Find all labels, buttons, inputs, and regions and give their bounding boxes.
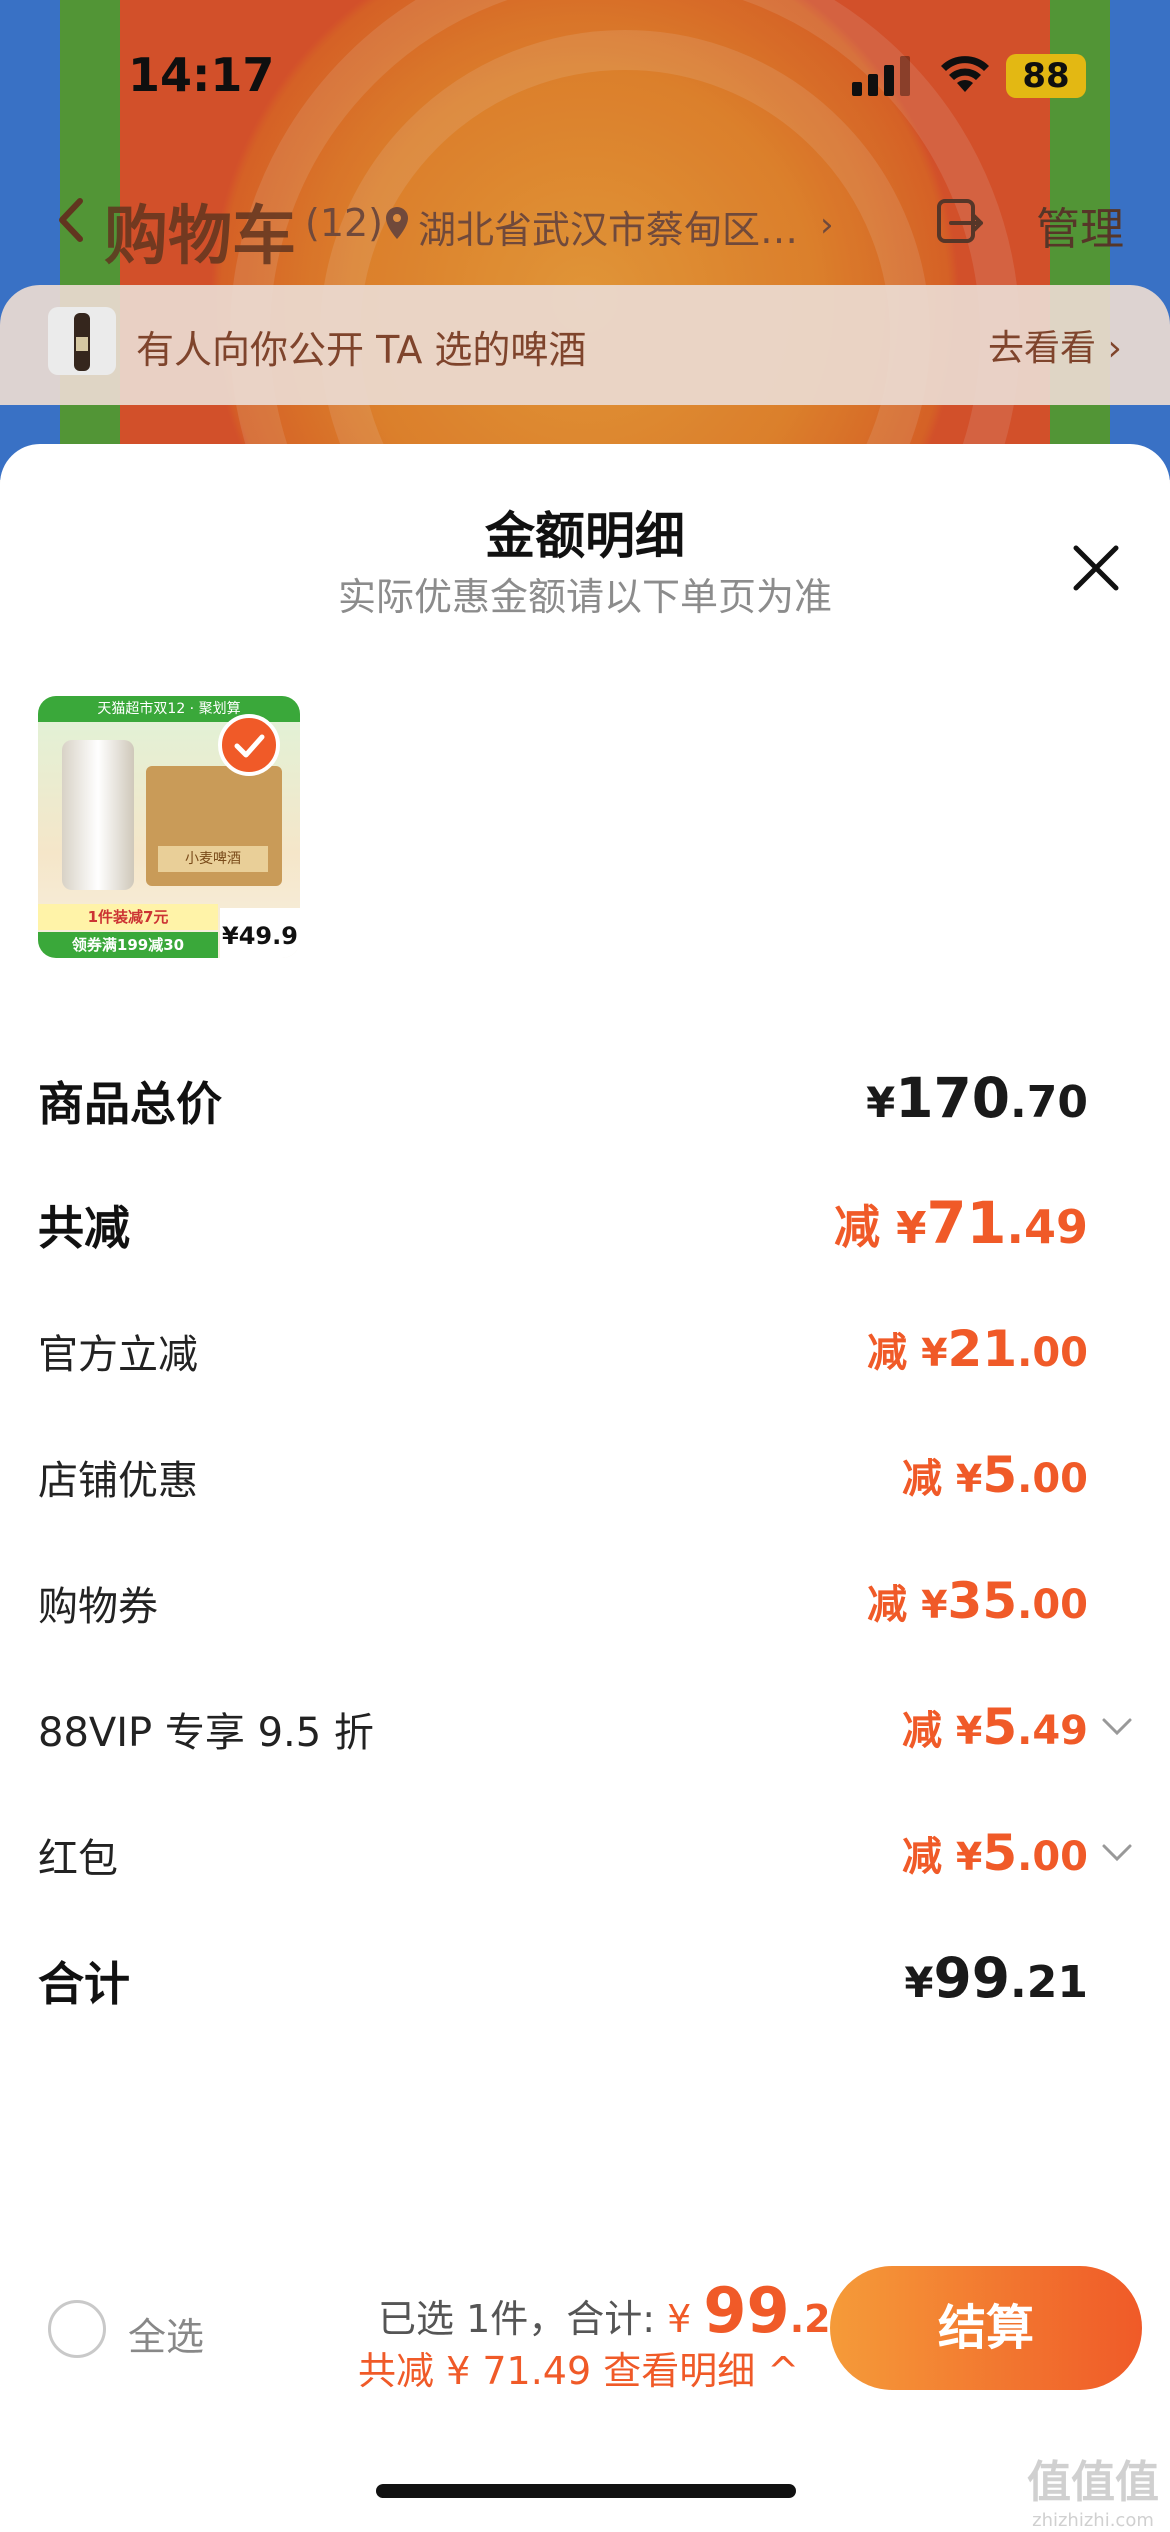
checkout-bar: 全选 已选 1件，合计: ¥ 99.21 共减 ¥ 71.49 查看明细 ^ 结… [0, 2240, 1170, 2440]
row-value: ¥170.70 [866, 1066, 1088, 1130]
amount-detail-sheet: 金额明细 实际优惠金额请以下单页为准 天猫超市双12 · 聚划算 小麦啤酒 1件… [0, 444, 1170, 2532]
row-label: 店铺优惠 [38, 1458, 198, 1504]
view-detail-link[interactable]: 共减 ¥ 71.49 查看明细 ^ [358, 2340, 799, 2395]
watermark: 值值值 zhizhizhi.com [1027, 2457, 1159, 2531]
row-label: 88VIP 专享 9.5 折 [38, 1710, 374, 1756]
row-value: 减 ¥35.00 [867, 1572, 1088, 1630]
chevron-down-icon[interactable] [1100, 1836, 1134, 1870]
row-grand-total: 合计 ¥99.21 [0, 1940, 1170, 2020]
chevron-down-icon[interactable] [1100, 1710, 1134, 1744]
row-value: 减 ¥71.49 [834, 1190, 1088, 1257]
product-coupon-text: 领券满199减30 [38, 932, 218, 958]
product-activity-text: 1件装减7元 [38, 904, 218, 930]
product-thumbnail[interactable]: 天猫超市双12 · 聚划算 小麦啤酒 1件装减7元 领券满199减30 ¥49.… [38, 696, 300, 958]
row-label: 商品总价 [38, 1077, 222, 1131]
row-label: 合计 [38, 1957, 130, 2011]
home-indicator[interactable] [376, 2484, 796, 2498]
row-value: 减 ¥5.49 [901, 1698, 1088, 1756]
beer-can-image [62, 740, 134, 890]
product-price: ¥49.9 [220, 908, 300, 958]
select-all-label[interactable]: 全选 [128, 2306, 204, 2361]
selected-summary: 已选 1件，合计: ¥ 99.21 [378, 2274, 858, 2347]
sheet-subtitle: 实际优惠金额请以下单页为准 [337, 575, 832, 619]
row-value: 减 ¥5.00 [901, 1824, 1088, 1882]
row-shopping-voucher: 购物券 减 ¥35.00 [0, 1564, 1170, 1644]
row-label: 购物券 [38, 1584, 158, 1630]
row-red-packet[interactable]: 红包 减 ¥5.00 [0, 1816, 1170, 1896]
row-label: 共减 [38, 1201, 130, 1255]
close-icon[interactable] [1068, 540, 1124, 596]
select-all-radio[interactable] [48, 2300, 106, 2358]
checkout-button[interactable]: 结算 [830, 2266, 1142, 2390]
row-value: 减 ¥21.00 [867, 1320, 1088, 1378]
row-store-discount: 店铺优惠 减 ¥5.00 [0, 1438, 1170, 1518]
row-88vip-discount[interactable]: 88VIP 专享 9.5 折 减 ¥5.49 [0, 1690, 1170, 1770]
row-official-discount: 官方立减 减 ¥21.00 [0, 1312, 1170, 1392]
sheet-title: 金额明细 [485, 507, 685, 565]
row-label: 官方立减 [38, 1332, 198, 1378]
row-value: ¥99.21 [904, 1946, 1088, 2010]
product-box-label: 小麦啤酒 [158, 846, 268, 872]
row-value: 减 ¥5.00 [901, 1446, 1088, 1504]
row-label: 红包 [38, 1836, 118, 1882]
row-goods-total: 商品总价 ¥170.70 [0, 1060, 1170, 1140]
row-total-discount: 共减 减 ¥71.49 [0, 1184, 1170, 1264]
selected-check-icon[interactable] [218, 714, 280, 776]
